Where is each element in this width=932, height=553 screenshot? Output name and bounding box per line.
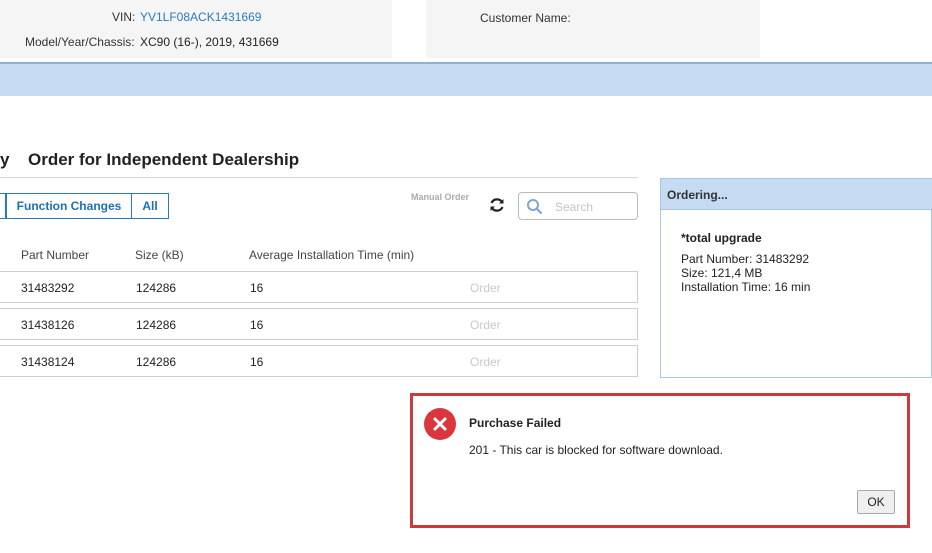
table-row: 31438124 124286 16 Order — [0, 345, 638, 377]
size-cell: 124286 — [136, 318, 177, 332]
table-row: 31483292 124286 16 Order — [0, 271, 638, 303]
error-x-icon — [424, 408, 456, 440]
part-number-cell: 31438124 — [21, 355, 75, 369]
part-number-cell: 31438126 — [21, 318, 75, 332]
ordering-title: Ordering... — [667, 188, 728, 202]
search-placeholder: Search — [555, 200, 594, 214]
vin-value[interactable]: YV1LF08ACK1431669 — [140, 10, 261, 24]
ordering-item-name: *total upgrade — [681, 231, 762, 245]
column-header-part-number: Part Number — [21, 248, 90, 262]
tab-previous-partial[interactable]: y — [0, 150, 9, 170]
filter-all-button[interactable]: All — [131, 193, 169, 219]
order-button[interactable]: Order — [470, 355, 501, 369]
customer-info-panel: Customer Name: — [426, 0, 760, 58]
install-time-cell: 16 — [250, 355, 264, 369]
table-row: 31438126 124286 16 Order — [0, 308, 638, 340]
order-button[interactable]: Order — [470, 281, 501, 295]
search-icon — [526, 198, 544, 219]
size-cell: 124286 — [136, 355, 177, 369]
model-value: XC90 (16-), 2019, 431669 — [140, 35, 279, 49]
column-header-size: Size (kB) — [135, 248, 184, 262]
order-button[interactable]: Order — [470, 318, 501, 332]
part-number-cell: 31483292 — [21, 281, 75, 295]
tab-order-independent-dealership[interactable]: Order for Independent Dealership — [28, 150, 299, 170]
install-time-cell: 16 — [250, 318, 264, 332]
vin-label: VIN: — [112, 10, 136, 24]
manual-order-link[interactable]: Manual Order — [411, 192, 469, 202]
ordering-installation-time: Installation Time: 16 min — [681, 280, 811, 294]
heading-divider — [0, 177, 638, 178]
vehicle-info-panel: VIN: YV1LF08ACK1431669 Model/Year/Chassi… — [0, 0, 392, 58]
ok-button[interactable]: OK — [857, 490, 895, 514]
filter-function-changes-button[interactable]: Function Changes — [6, 193, 132, 219]
ordering-size: Size: 121,4 MB — [681, 266, 763, 280]
purchase-failed-dialog: Purchase Failed 201 - This car is blocke… — [410, 393, 910, 528]
dialog-title: Purchase Failed — [469, 416, 562, 430]
column-header-install-time: Average Installation Time (min) — [249, 248, 415, 262]
ordering-panel-header: Ordering... — [661, 179, 932, 210]
ordering-part-number: Part Number: 31483292 — [681, 252, 810, 266]
refresh-icon[interactable] — [488, 196, 506, 217]
ordering-panel: Ordering... *total upgrade Part Number: … — [660, 178, 932, 378]
install-time-cell: 16 — [250, 281, 264, 295]
search-input[interactable]: Search — [518, 192, 638, 220]
dialog-message: 201 - This car is blocked for software d… — [469, 443, 723, 457]
blue-toolbar-bar — [0, 64, 932, 96]
size-cell: 124286 — [136, 281, 177, 295]
customer-name-label: Customer Name: — [480, 11, 571, 25]
model-label: Model/Year/Chassis: — [25, 35, 135, 49]
